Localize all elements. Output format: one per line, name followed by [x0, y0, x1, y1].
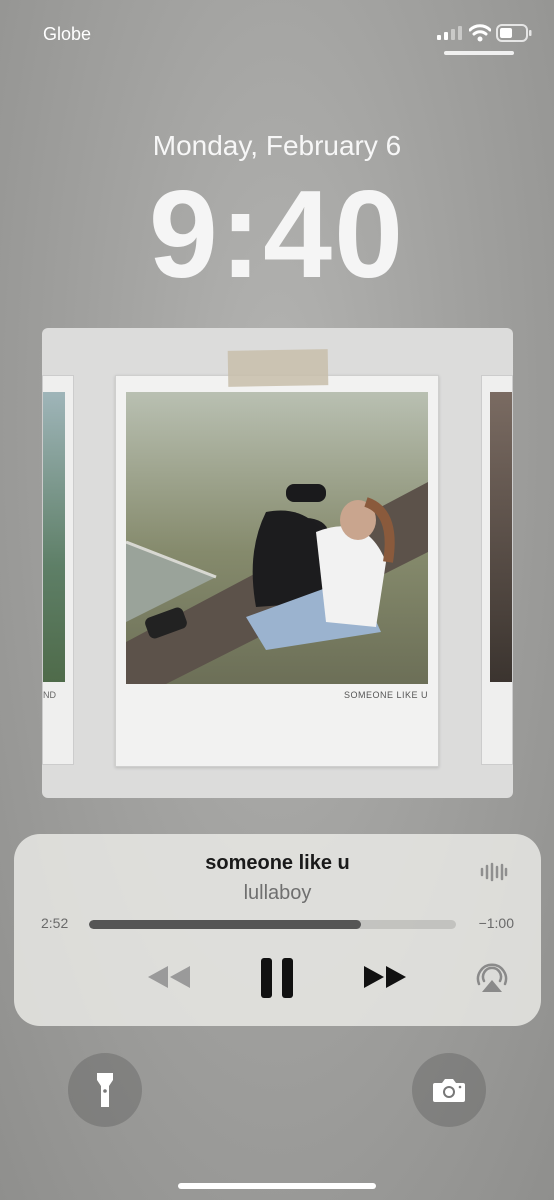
pause-icon [261, 958, 293, 998]
carrier-label: Globe [43, 24, 92, 44]
rewind-icon [148, 966, 190, 988]
now-playing-widget[interactable]: someone like u lullaboy 2:52 −1:00 [14, 834, 541, 1026]
lock-screen-date: Monday, February 6 [152, 130, 402, 161]
album-photo [126, 392, 428, 684]
lock-screen-time: 9:40 [148, 166, 406, 304]
side-caption: ND [43, 690, 56, 700]
song-artist: lullaboy [243, 882, 312, 904]
playback-scrubber[interactable] [89, 920, 456, 929]
flashlight-icon [97, 1073, 113, 1107]
camera-icon [433, 1079, 465, 1102]
control-center-indicator[interactable] [444, 51, 514, 55]
wifi-icon [469, 24, 491, 42]
rewind-button[interactable] [146, 964, 192, 990]
adjacent-polaroid-left: ND [42, 375, 74, 765]
adjacent-polaroid-right [481, 375, 513, 765]
airplay-icon [476, 963, 508, 992]
cellular-signal-icon [437, 26, 462, 40]
fast-forward-button[interactable] [362, 964, 408, 990]
song-title: someone like u [205, 852, 350, 874]
polaroid-frame: SOMEONE LIKE U [115, 375, 439, 767]
elapsed-time: 2:52 [41, 915, 69, 931]
pause-button[interactable] [259, 956, 295, 1000]
battery-icon [496, 24, 532, 42]
airplay-button[interactable] [474, 960, 510, 994]
camera-button[interactable] [412, 1053, 486, 1127]
audio-waveform-icon [480, 862, 508, 882]
tape-strip [227, 349, 329, 387]
home-indicator[interactable] [178, 1183, 376, 1189]
remaining-time: −1:00 [478, 915, 514, 931]
playback-progress-fill [89, 920, 361, 929]
polaroid-caption: SOMEONE LIKE U [343, 690, 428, 700]
album-artwork: ND SOMEONE LIKE U [42, 328, 513, 798]
fast-forward-icon [364, 966, 406, 988]
flashlight-button[interactable] [68, 1053, 142, 1127]
status-bar: Globe [0, 0, 554, 60]
